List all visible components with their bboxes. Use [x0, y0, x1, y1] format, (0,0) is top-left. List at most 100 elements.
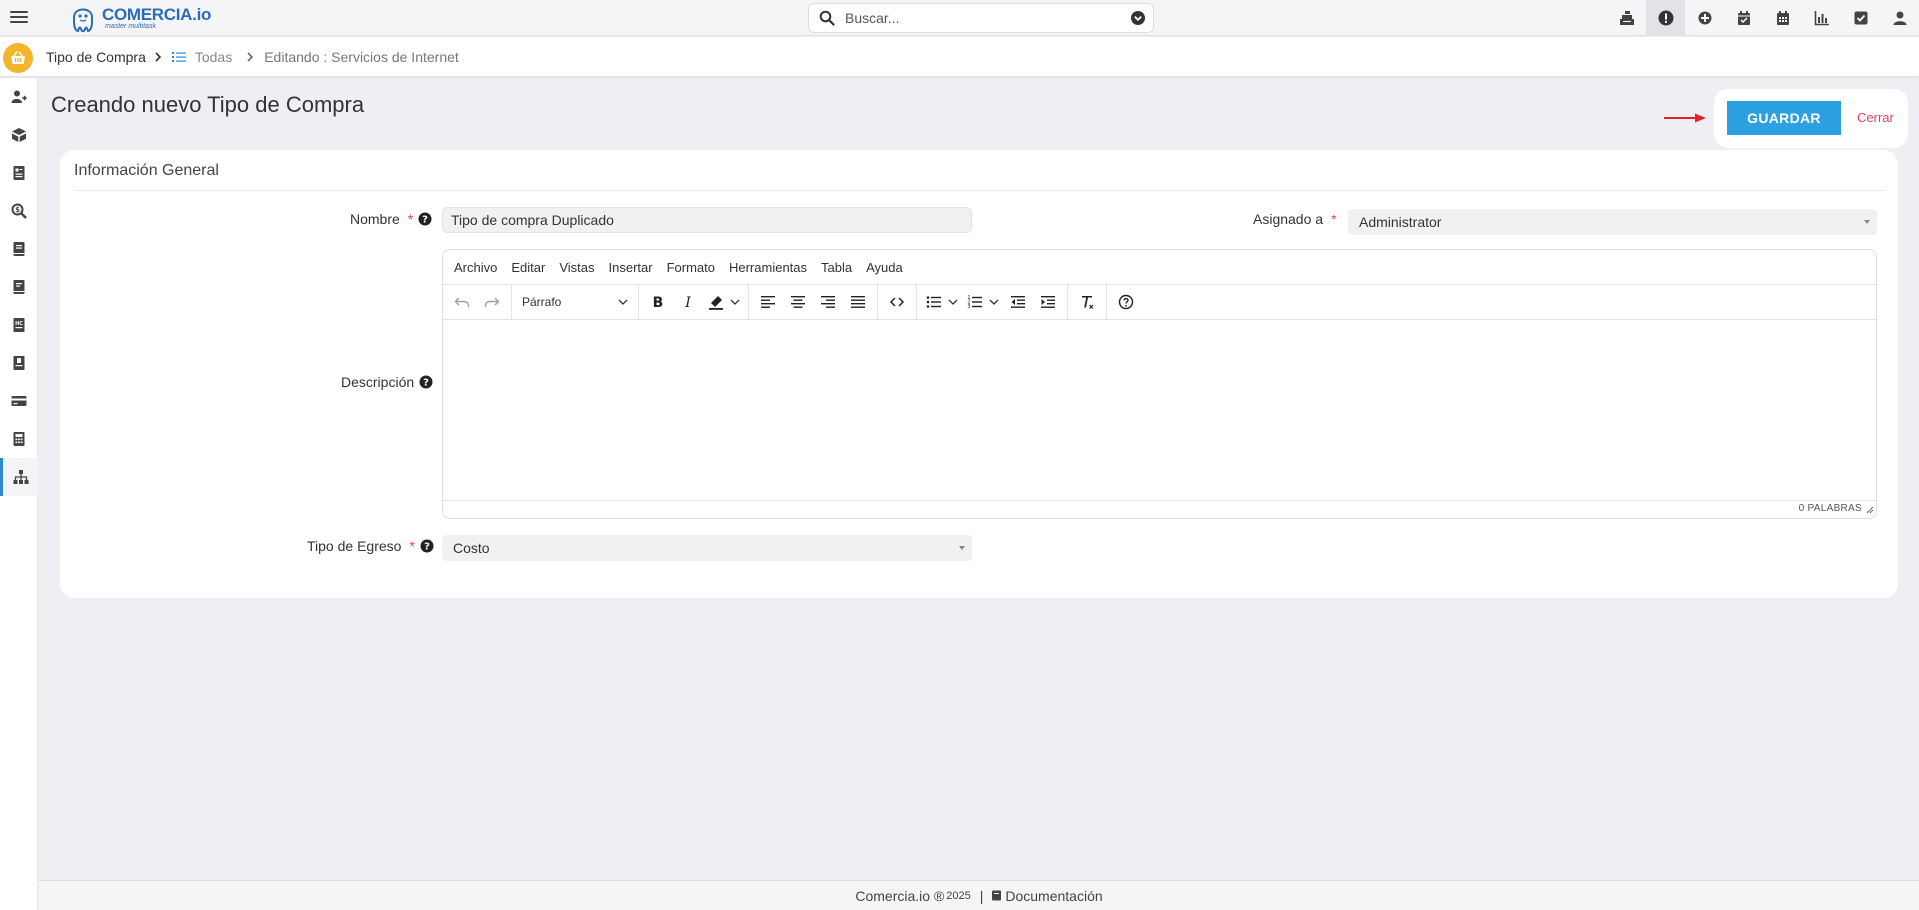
align-center-icon[interactable] [783, 288, 813, 316]
descripcion-label: Descripción [341, 374, 415, 390]
align-right-icon[interactable] [813, 288, 843, 316]
indent-icon[interactable] [1033, 288, 1063, 316]
sitemap-icon[interactable] [0, 458, 38, 496]
align-justify-icon[interactable] [843, 288, 873, 316]
outdent-icon[interactable] [1003, 288, 1033, 316]
documentation-link[interactable]: Documentación [1005, 888, 1102, 904]
svg-text:HC: HC [15, 321, 23, 327]
calendar-icon[interactable] [1763, 0, 1802, 36]
calculator-icon[interactable] [0, 420, 38, 458]
chevron-down-circle-icon[interactable] [1130, 10, 1146, 26]
chevron-right-icon [155, 52, 161, 62]
highlighter-icon[interactable] [703, 288, 729, 316]
svg-text:?: ? [422, 215, 428, 226]
list-icon [171, 52, 186, 62]
svg-text:?: ? [424, 542, 430, 553]
menu-vistas[interactable]: Vistas [559, 260, 594, 275]
alert-icon[interactable] [1646, 0, 1685, 36]
menu-herramientas[interactable]: Herramientas [729, 260, 807, 275]
book-bookmark-icon[interactable] [0, 344, 38, 382]
chevron-right-icon [247, 52, 254, 62]
book-icon [992, 890, 1002, 901]
chart-icon[interactable] [1802, 0, 1841, 36]
clear-format-icon[interactable] [1072, 288, 1102, 316]
tipo-egreso-value: Costo [453, 540, 490, 556]
tipo-egreso-label: Tipo de Egreso [307, 538, 402, 554]
calendar-check-icon[interactable] [1724, 0, 1763, 36]
help-icon[interactable]: ? [418, 212, 432, 226]
bullet-list-icon[interactable] [921, 288, 947, 316]
word-count: 0 PALABRAS [1798, 503, 1862, 514]
italic-icon[interactable]: I [673, 288, 703, 316]
help-icon[interactable]: ? [419, 375, 433, 389]
app-logo[interactable]: COMERCIA.io master multitask [68, 1, 211, 35]
breadcrumb-module[interactable]: Tipo de Compra [46, 49, 146, 65]
required-mark: * [409, 538, 415, 554]
book-alt-icon[interactable] [0, 268, 38, 306]
breadcrumb: Tipo de Compra Todas Editando : Servicio… [46, 49, 459, 65]
chevron-down-icon[interactable] [948, 298, 958, 306]
hamburger-menu-icon[interactable] [10, 8, 28, 26]
id-card-icon[interactable] [0, 154, 38, 192]
menu-insertar[interactable]: Insertar [609, 260, 653, 275]
menu-editar[interactable]: Editar [511, 260, 545, 275]
octopus-logo-icon [73, 8, 93, 33]
numbered-list-button[interactable]: 123 [962, 288, 1003, 316]
credit-card-icon[interactable] [0, 382, 38, 420]
undo-icon[interactable] [447, 288, 477, 316]
menu-ayuda[interactable]: Ayuda [866, 260, 903, 275]
required-mark: * [407, 211, 414, 227]
code-icon[interactable] [882, 288, 912, 316]
users-arrow-icon[interactable] [0, 78, 38, 116]
global-search[interactable]: Buscar... [808, 3, 1154, 33]
bold-icon[interactable]: B [643, 288, 673, 316]
breadcrumb-list-link[interactable]: Todas [171, 49, 232, 65]
chevron-down-icon[interactable] [989, 298, 999, 306]
save-button[interactable]: GUARDAR [1727, 101, 1841, 135]
resize-handle-icon[interactable] [1865, 505, 1874, 514]
search-dollar-icon[interactable]: $ [0, 192, 38, 230]
section-title: Información General [74, 162, 219, 179]
box-icon[interactable] [0, 116, 38, 154]
editor-toolbar: Párrafo B I 123 [443, 284, 1876, 320]
align-left-icon[interactable] [753, 288, 783, 316]
close-link[interactable]: Cerrar [1857, 110, 1894, 125]
asignado-value: Administrator [1359, 214, 1442, 230]
top-bar: COMERCIA.io master multitask Buscar... [0, 0, 1919, 36]
asignado-select[interactable]: Administrator [1348, 209, 1877, 235]
svg-text:3: 3 [967, 304, 970, 310]
svg-text:$: $ [15, 206, 20, 214]
checkbox-icon[interactable] [1841, 0, 1880, 36]
chevron-down-icon[interactable] [730, 298, 740, 306]
block-format-select[interactable]: Párrafo [516, 288, 634, 316]
svg-text:I: I [684, 295, 691, 310]
nombre-label: Nombre [350, 211, 400, 227]
search-input[interactable]: Buscar... [845, 10, 1130, 26]
numbered-list-icon[interactable]: 123 [962, 288, 988, 316]
caret-down-icon [1864, 220, 1870, 224]
menu-formato[interactable]: Formato [667, 260, 715, 275]
bullet-list-button[interactable] [921, 288, 962, 316]
required-mark: * [1331, 211, 1337, 227]
plus-circle-icon[interactable] [1685, 0, 1724, 36]
tipo-egreso-select[interactable]: Costo [442, 535, 972, 561]
caret-down-icon [959, 546, 965, 550]
cash-register-icon[interactable] [1607, 0, 1646, 36]
svg-text:?: ? [423, 378, 429, 389]
highlight-color-button[interactable] [703, 288, 744, 316]
user-icon[interactable] [1880, 0, 1919, 36]
menu-tabla[interactable]: Tabla [821, 260, 852, 275]
help-icon[interactable]: ? [420, 539, 434, 553]
book-icon[interactable] [0, 230, 38, 268]
nombre-input[interactable]: Tipo de compra Duplicado [442, 207, 972, 233]
divider [74, 190, 1886, 191]
redo-icon[interactable] [477, 288, 507, 316]
descripcion-label-group: Descripción ? [341, 374, 433, 390]
id-badge-icon[interactable]: HC [0, 306, 38, 344]
editor-content-area[interactable] [443, 320, 1876, 501]
menu-archivo[interactable]: Archivo [454, 260, 497, 275]
asignado-label: Asignado a [1253, 211, 1324, 227]
help-circle-icon[interactable] [1111, 288, 1141, 316]
basket-icon[interactable] [3, 43, 33, 73]
editor-statusbar: 0 PALABRAS [443, 501, 1876, 518]
